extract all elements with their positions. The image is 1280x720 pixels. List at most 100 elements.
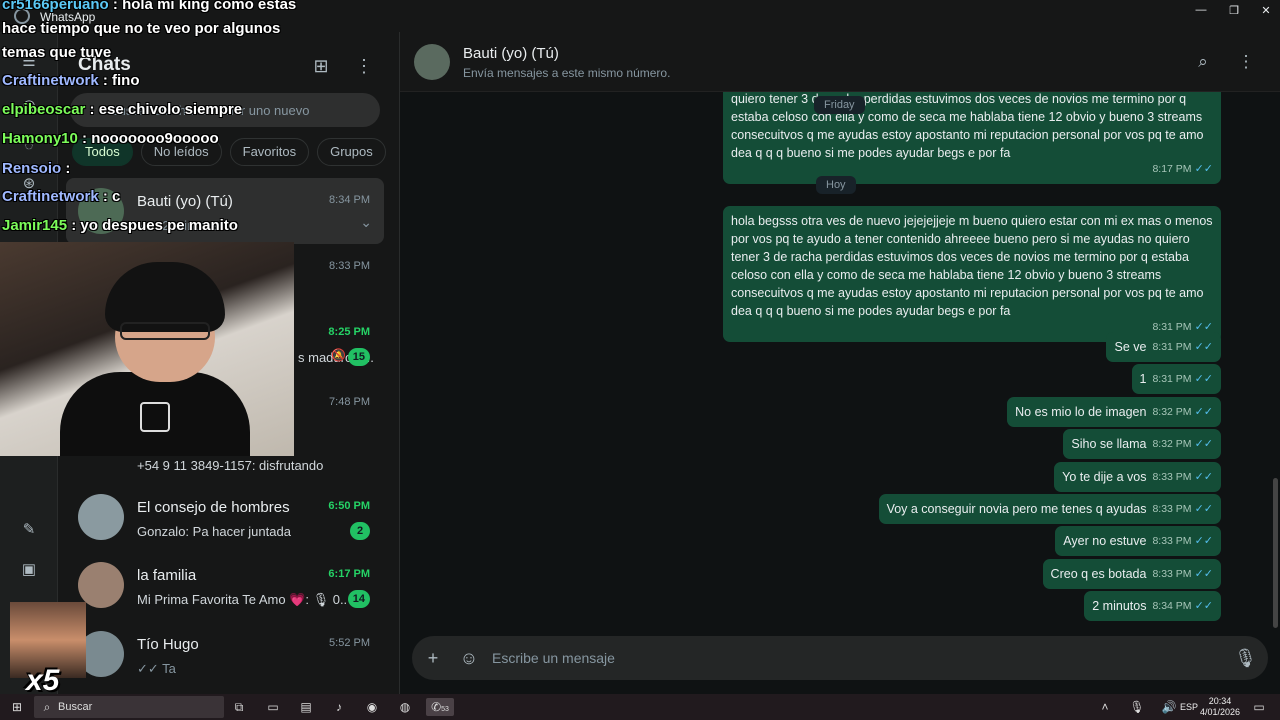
chrome-icon[interactable]: ◉ <box>363 698 381 716</box>
volume-icon[interactable]: 🔊 <box>1160 698 1178 716</box>
stream-chat-message: : nooooooo9ooooo <box>77 130 219 147</box>
message-time: 8:33 PM <box>1152 568 1192 580</box>
message-bubble[interactable]: Voy a conseguir novia pero me tenes q ay… <box>878 494 1221 524</box>
starred-icon[interactable]: ✎ <box>19 520 39 540</box>
avatar[interactable] <box>414 44 450 80</box>
menu-icon[interactable]: ⋮ <box>352 54 376 78</box>
message-bubble[interactable]: 2 minutos 8:34 PM ✓✓ <box>1084 591 1221 621</box>
stream-chat-line: cr5166peruano : hola mi king como estas <box>2 0 296 13</box>
read-ticks-icon: ✓✓ <box>1194 373 1213 385</box>
attach-plus-icon[interactable]: + <box>422 647 444 669</box>
media-icon[interactable]: ▣ <box>19 560 39 580</box>
message-time: 8:33 PM <box>1152 535 1192 547</box>
stream-chat-message: : <box>61 160 71 177</box>
message-bubble[interactable]: 1 8:31 PM ✓✓ <box>1131 364 1221 394</box>
task-view-icon[interactable]: ⧉ <box>230 698 248 716</box>
message-text: Yo te dije a vos <box>1062 470 1147 484</box>
stream-chat-message: hace tiempo que no te veo por algunos <box>2 20 281 37</box>
message-meta: 8:17 PM ✓✓ <box>737 160 1213 178</box>
message-list: quiero tener 3 de racha perdidas estuvim… <box>400 92 1280 634</box>
app-icon[interactable]: ♪ <box>330 698 348 716</box>
search-icon: ⌕ <box>43 700 51 714</box>
stream-chat-line: Craftinetwork : c <box>2 188 120 205</box>
message-meta: 8:33 PM ✓✓ <box>1152 565 1213 583</box>
read-ticks-icon: ✓✓ <box>1194 406 1213 418</box>
message-meta: 8:34 PM ✓✓ <box>1152 597 1213 615</box>
stream-chat-message: : hola mi king como estas <box>108 0 297 13</box>
stream-chat-line: hace tiempo que no te veo por algunos <box>2 20 280 37</box>
language-indicator[interactable]: ESP <box>1180 702 1198 712</box>
chat-name: El consejo de hombres <box>137 499 290 516</box>
contact-name: Bauti (yo) (Tú) <box>463 45 559 62</box>
message-bubble[interactable]: Se ve 8:31 PM ✓✓ <box>1106 332 1221 362</box>
stream-chat-user: Rensoio <box>2 160 62 177</box>
message-meta: 8:31 PM ✓✓ <box>1152 338 1213 356</box>
chat-row-la-familia[interactable]: la familia 6:17 PM Mi Prima Favorita Te … <box>66 552 384 618</box>
notepad-icon[interactable]: ▤ <box>297 698 315 716</box>
message-text: Se ve <box>1114 340 1147 354</box>
minimize-button[interactable]: — <box>1190 4 1212 20</box>
unread-badge: 2 <box>350 522 370 540</box>
message-meta: 8:33 PM ✓✓ <box>1152 532 1213 550</box>
chat-preview: Mi Prima Favorita Te Amo 💗: 🎙 0... <box>137 592 347 607</box>
message-text: Ayer no estuve <box>1063 534 1147 548</box>
message-bubble[interactable]: Creo q es botada 8:33 PM ✓✓ <box>1042 559 1221 589</box>
message-bubble[interactable]: Yo te dije a vos 8:33 PM ✓✓ <box>1054 462 1221 492</box>
stream-chat-message: : fino <box>98 72 140 89</box>
close-button[interactable]: ✕ <box>1255 4 1277 20</box>
stream-chat-line: Craftinetwork : fino <box>2 72 140 89</box>
message-bubble[interactable]: hola begsss otra ves de nuevo jejejejjej… <box>723 206 1221 342</box>
file-explorer-icon[interactable]: ▭ <box>264 698 282 716</box>
chat-name: la familia <box>137 567 197 584</box>
microphone-icon[interactable]: 🎙 <box>1234 647 1257 669</box>
read-ticks-icon: ✓✓ <box>1194 438 1213 450</box>
filter-groups[interactable]: Grupos <box>317 138 386 166</box>
chat-preview: Gonzalo: Pa hacer juntada <box>137 524 291 539</box>
chat-row-el-consejo[interactable]: El consejo de hombres 6:50 PM Gonzalo: P… <box>66 484 384 550</box>
message-time: 8:32 PM <box>1152 406 1192 418</box>
message-meta: 8:32 PM ✓✓ <box>1152 435 1213 453</box>
notifications-icon[interactable]: ▭ <box>1250 698 1268 716</box>
message-meta: 8:32 PM ✓✓ <box>1152 403 1213 421</box>
conversation-panel: Bauti (yo) (Tú) Envía mensajes a este mi… <box>400 32 1280 694</box>
stream-chat-message: temas que tuve <box>2 44 112 61</box>
message-bubble[interactable]: No es mio lo de imagen 8:32 PM ✓✓ <box>1007 397 1221 427</box>
message-text: No es mio lo de imagen <box>1015 405 1147 419</box>
message-text: quiero tener 3 de racha perdidas estuvim… <box>731 92 1204 160</box>
whatsapp-taskbar-icon[interactable]: ✆53 <box>426 698 454 716</box>
maximize-button[interactable]: ❐ <box>1223 4 1245 20</box>
message-bubble[interactable]: quiero tener 3 de racha perdidas estuvim… <box>723 92 1221 184</box>
stream-chat-user: elpibeoscar <box>2 101 86 118</box>
filter-favorites[interactable]: Favoritos <box>229 138 310 166</box>
new-chat-icon[interactable]: ⊞ <box>309 54 333 78</box>
scrollbar[interactable] <box>1273 478 1278 628</box>
stream-chat-line: Rensoio : <box>2 160 70 177</box>
obs-icon[interactable]: ◍ <box>396 698 414 716</box>
conversation-header[interactable]: Bauti (yo) (Tú) Envía mensajes a este mi… <box>400 32 1280 92</box>
tray-chevron-icon[interactable]: ˄ <box>1096 698 1114 716</box>
streamer-image <box>50 262 250 456</box>
message-bubble[interactable]: Siho se llama 8:32 PM ✓✓ <box>1063 429 1221 459</box>
message-text: Siho se llama <box>1071 437 1147 451</box>
chat-time: 7:48 PM <box>329 396 370 408</box>
chat-row-tio-hugo[interactable]: Tío Hugo 5:52 PM ✓✓ Ta <box>66 621 384 687</box>
contact-subtitle: Envía mensajes a este mismo número. <box>463 66 671 80</box>
clock[interactable]: 20:34 4/01/2026 <box>1200 696 1240 718</box>
message-composer[interactable]: + ☺ Escribe un mensaje 🎙 <box>412 636 1268 680</box>
microphone-tray-icon[interactable]: 🎙 <box>1128 698 1146 716</box>
sticker-icon[interactable]: ☺ <box>458 647 480 669</box>
search-icon[interactable]: ⌕ <box>1192 51 1214 73</box>
menu-icon[interactable]: ⋮ <box>1235 51 1257 73</box>
stream-chat-line: Jamir145 : yo despues pe manito <box>2 217 238 234</box>
chat-time: 8:25 PM <box>328 326 370 338</box>
taskbar-search[interactable]: ⌕ Buscar <box>34 696 224 718</box>
chevron-down-icon[interactable]: ⌄ <box>360 214 372 231</box>
multiplier-label: x5 <box>26 664 60 697</box>
message-text: 1 <box>1139 372 1147 386</box>
unread-badge: 14 <box>347 590 370 608</box>
windows-start-icon[interactable]: ⊞ <box>8 698 26 716</box>
windows-taskbar: ⊞ ⌕ Buscar ⧉ ▭ ▤ ♪ ◉ ◍ ✆53 ˄ 🎙 🔊 ESP 20:… <box>0 694 1280 720</box>
message-bubble[interactable]: Ayer no estuve 8:33 PM ✓✓ <box>1055 526 1221 556</box>
clock-date: 4/01/2026 <box>1199 707 1240 717</box>
whatsapp-badge: 53 <box>441 706 449 713</box>
